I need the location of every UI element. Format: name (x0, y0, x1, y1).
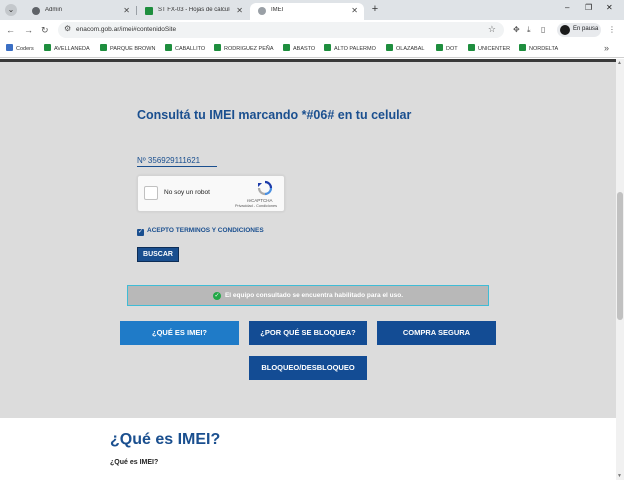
tab-search-icon[interactable]: ⌄ (5, 4, 17, 16)
sheets-icon (436, 44, 443, 51)
sheets-icon (519, 44, 526, 51)
bookmark-avellaneda[interactable]: AVELLANEDA (44, 44, 90, 54)
captcha-brand: reCAPTCHA (247, 198, 273, 203)
tab-title: ST FX-03 - Hojas de cálculo de (158, 7, 230, 13)
tab-admin[interactable]: Admin ✕ (24, 3, 136, 20)
reload-icon[interactable]: ↻ (41, 24, 49, 36)
bookmark-label: NORDELTA (529, 46, 559, 52)
status-message-row: ✓ El equipo consultado se encuentra habil… (128, 291, 488, 301)
browser-tab-strip: ⌄ Admin ✕ ST FX-03 - Hojas de cálculo de… (0, 0, 624, 20)
sheets-icon (165, 44, 172, 51)
bookmark-label: UNICENTER (478, 46, 511, 52)
back-arrow-icon[interactable]: ← (6, 24, 15, 36)
check-circle-icon: ✓ (212, 292, 221, 300)
bookmark-parque-brown[interactable]: PARQUE BROWN (100, 44, 155, 54)
side-panel-icon[interactable]: ▯ (541, 25, 545, 35)
bookmark-label: RODRIGUEZ PEÑA (224, 46, 274, 52)
status-message-box: ✓ El equipo consultado se encuentra habil… (127, 285, 489, 306)
bookmark-rodriguez-pena[interactable]: RODRIGUEZ PEÑA (214, 44, 274, 54)
close-icon[interactable]: ✕ (236, 6, 243, 15)
forward-arrow-icon[interactable]: → (24, 24, 33, 36)
globe-icon (258, 7, 266, 15)
avatar (560, 25, 570, 35)
checkmark-icon: ✓ (137, 229, 144, 236)
bookmark-label: ABASTO (293, 46, 316, 52)
block-unblock-button[interactable]: BLOQUEO/DESBLOQUEO (249, 356, 367, 380)
sheets-icon (100, 44, 107, 51)
close-window-button[interactable]: ✕ (606, 3, 613, 12)
bookmark-label: PARQUE BROWN (110, 46, 156, 52)
bookmark-unicenter[interactable]: UNICENTER (468, 44, 510, 54)
sheets-icon (468, 44, 475, 51)
download-icon[interactable]: ⤓ (527, 25, 531, 35)
more-bookmarks-icon[interactable]: » (604, 43, 609, 53)
menu-kebab-icon[interactable]: ⋮ (608, 25, 616, 35)
search-button[interactable]: BUSCAR (137, 247, 179, 262)
url-text[interactable]: enacom.gob.ar/imei#contenidoSite (76, 26, 176, 33)
bookmark-label: AVELLANEDA (54, 46, 90, 52)
bookmark-label: DOT (446, 46, 458, 52)
captcha-checkbox[interactable] (144, 186, 158, 200)
bookmark-label: OLAZABAL (396, 46, 425, 52)
extensions-icon[interactable]: ✥ (513, 25, 520, 35)
about-imei-subtitle: ¿Qué es IMEI? (110, 459, 159, 466)
status-message: El equipo consultado se encuentra habili… (224, 292, 404, 299)
tab-imei[interactable]: IMEI ✕ (250, 3, 364, 20)
profile-status: En pausa (573, 26, 599, 32)
sheets-icon (283, 44, 290, 51)
scrollbar-thumb[interactable] (617, 192, 623, 320)
why-blocked-button[interactable]: ¿POR QUÉ SE BLOQUEA? (249, 321, 367, 345)
safe-purchase-button[interactable]: COMPRA SEGURA (377, 321, 496, 345)
bookmark-dot[interactable]: DOT (436, 44, 458, 54)
new-tab-button[interactable]: + (369, 4, 381, 16)
bookmark-label: ALTO PALERMO (334, 46, 376, 52)
close-icon[interactable]: ✕ (351, 6, 358, 15)
recaptcha-widget: No soy un robot reCAPTCHA Privacidad - C… (137, 175, 285, 212)
tab-title: Admin (45, 7, 63, 13)
imei-input[interactable] (137, 154, 217, 167)
bookmark-alto-palermo[interactable]: ALTO PALERMO (324, 44, 376, 54)
site-info-icon[interactable]: ⚙ (64, 24, 71, 33)
recaptcha-logo-icon (257, 180, 273, 196)
sheets-icon (386, 44, 393, 51)
coders-icon (6, 44, 13, 51)
close-icon[interactable]: ✕ (123, 6, 130, 15)
bookmark-nordelta[interactable]: NORDELTA (519, 44, 558, 54)
bookmark-label: Coders (16, 46, 34, 52)
accept-terms-checkbox[interactable]: ✓ ACEPTO TERMINOS Y CONDICIONES (137, 226, 264, 236)
tab-title: IMEI (271, 7, 284, 13)
globe-icon (32, 7, 40, 15)
minimize-button[interactable]: – (565, 3, 569, 12)
bookmark-olazabal[interactable]: OLAZABAL (386, 44, 424, 54)
browser-toolbar: ← → ↻ ⚙ enacom.gob.ar/imei#contenidoSite… (0, 20, 624, 40)
imei-heading: Consultá tu IMEI marcando *#06# en tu ce… (137, 108, 412, 122)
bookmark-star-icon[interactable]: ☆ (488, 24, 496, 35)
scroll-up-icon[interactable]: ▲ (617, 60, 622, 66)
scroll-down-icon[interactable]: ▼ (617, 473, 622, 479)
maximize-button[interactable]: ❐ (585, 3, 592, 12)
address-bar[interactable]: ⚙ enacom.gob.ar/imei#contenidoSite ☆ (58, 22, 504, 38)
bookmark-caballito[interactable]: CABALLITO (165, 44, 205, 54)
sheets-icon (324, 44, 331, 51)
what-is-imei-button[interactable]: ¿QUÉ ES IMEI? (120, 321, 239, 345)
sheets-icon (44, 44, 51, 51)
bookmark-coders[interactable]: Coders (6, 44, 34, 54)
profile-button[interactable]: En pausa (557, 23, 601, 37)
sheets-icon (214, 44, 221, 51)
bookmark-label: CABALLITO (175, 46, 206, 52)
about-imei-title: ¿Qué es IMEI? (110, 431, 221, 448)
bookmarks-bar: Coders AVELLANEDA PARQUE BROWN CABALLITO… (0, 40, 624, 58)
captcha-terms-link[interactable]: Privacidad - Condiciones (235, 204, 277, 208)
bookmark-abasto[interactable]: ABASTO (283, 44, 315, 54)
tab-spreadsheet[interactable]: ST FX-03 - Hojas de cálculo de ✕ (137, 3, 249, 20)
page-content: Consultá tu IMEI marcando *#06# en tu ce… (0, 59, 616, 480)
captcha-label: No soy un robot (164, 189, 210, 196)
accept-terms-label: ACEPTO TERMINOS Y CONDICIONES (147, 227, 264, 234)
page-scrollbar[interactable]: ▲ ▼ (616, 59, 624, 480)
sheets-icon (145, 7, 153, 15)
